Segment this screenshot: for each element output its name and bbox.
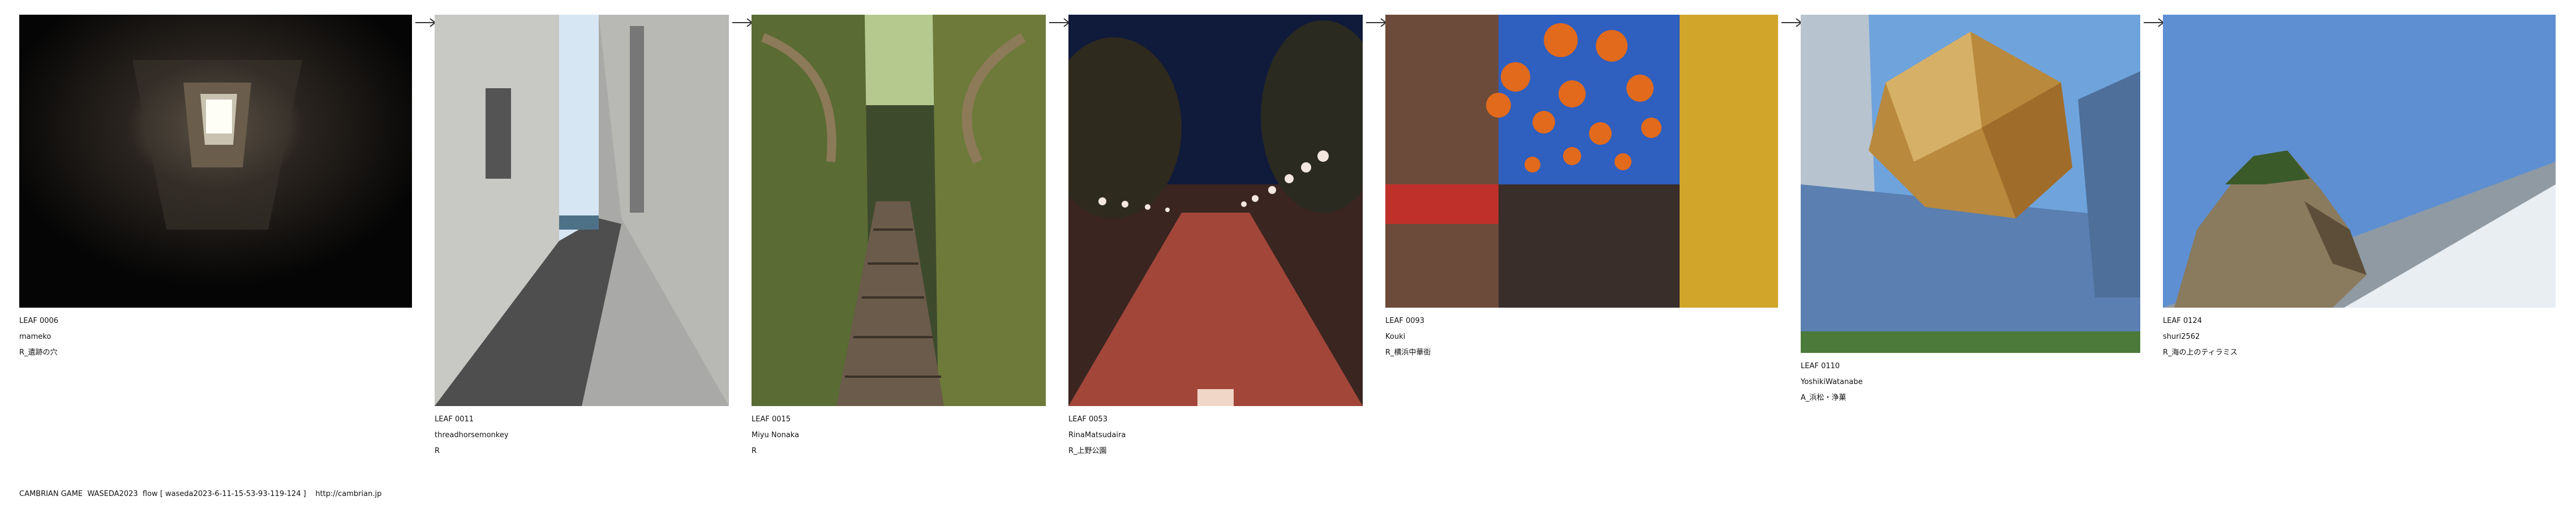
leaf-photo[interactable] [2163,15,2556,308]
chinatown-lanterns-image [1385,15,1778,308]
leaf-tag: R [435,447,440,455]
right-arrow-icon [1366,18,1387,27]
leaf-photo[interactable] [1801,15,2140,353]
leaf-id: LEAF 0110 [1801,362,1840,370]
leaf-card-0015[interactable]: LEAF 0015 Miyu Nonaka R [752,15,1046,459]
leaf-tag: R_上野公園 [1068,447,1107,455]
leaf-user[interactable]: mameko [19,329,412,345]
sea-rock-island-image [2163,15,2556,308]
leaf-card-0006[interactable]: LEAF 0006 mameko R_遺跡の穴 [19,15,412,361]
leaf-photo[interactable] [1385,15,1778,308]
leaf-user[interactable]: YoshikiWatanabe [1801,374,2140,390]
right-arrow-icon [415,18,436,27]
leaf-id: LEAF 0006 [19,317,59,325]
right-arrow-icon [2144,18,2165,27]
right-arrow-icon [1781,18,1802,27]
leaf-card-0093[interactable]: LEAF 0093 Kouki R_横浜中華街 [1385,15,1778,361]
leaf-photo[interactable] [435,15,729,406]
leaf-user[interactable]: Kouki [1385,329,1778,345]
leaf-card-0011[interactable]: LEAF 0011 threadhorsemonkey R [435,15,729,459]
skylight-hole-image [19,15,412,308]
leaf-id: LEAF 0053 [1068,415,1108,424]
leaf-card-0124[interactable]: LEAF 0124 shuri2562 R_海の上のティラミス [2163,15,2556,361]
leaf-photo[interactable] [752,15,1046,406]
right-arrow-icon [1049,18,1070,27]
leaf-photo[interactable] [19,15,412,308]
leaf-tag: R_遺跡の穴 [19,348,58,357]
leaf-id: LEAF 0015 [752,415,791,424]
leaf-id: LEAF 0093 [1385,317,1425,325]
leaf-tag: R_横浜中華街 [1385,348,1431,357]
leaf-tag: A_浜松・浄菓 [1801,394,1847,402]
alley-walls-image [435,15,729,406]
leaf-user[interactable]: Miyu Nonaka [752,428,1046,443]
leaf-user[interactable]: shuri2562 [2163,329,2556,345]
leaf-card-0053[interactable]: LEAF 0053 RinaMatsudaira R_上野公園 [1068,15,1363,459]
leaf-tag: R_海の上のティラミス [2163,348,2238,357]
leaf-user[interactable]: RinaMatsudaira [1068,428,1363,443]
leaf-tag: R [752,447,757,455]
park-lanterns-image [1068,15,1363,406]
leaf-photo[interactable] [1068,15,1363,406]
leaf-user[interactable]: threadhorsemonkey [435,428,729,443]
right-arrow-icon [732,18,753,27]
golden-rock-sculpture-image [1801,15,2140,353]
leaf-card-0110[interactable]: LEAF 0110 YoshikiWatanabe A_浜松・浄菓 [1801,15,2140,406]
footer-flow-info: CAMBRIAN GAME WASEDA2023 flow [ waseda20… [19,490,382,498]
leaf-id: LEAF 0124 [2163,317,2203,325]
mossy-stairs-image [752,15,1046,406]
leaf-id: LEAF 0011 [435,415,474,424]
